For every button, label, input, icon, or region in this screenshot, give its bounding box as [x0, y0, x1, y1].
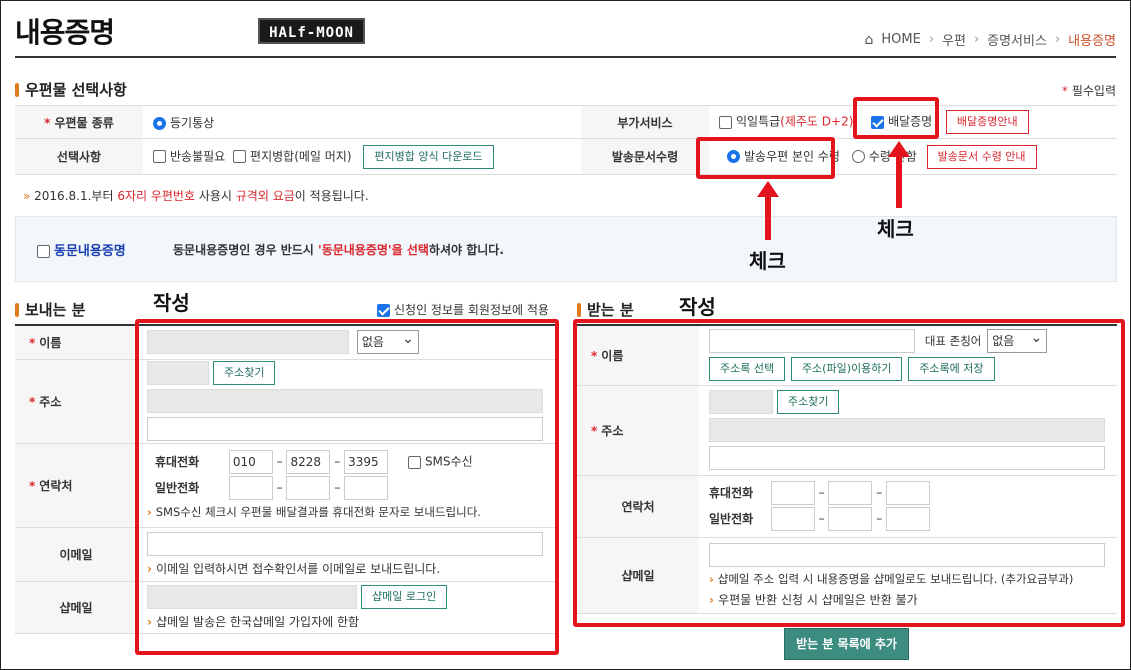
same-doc-checkbox[interactable]	[37, 245, 50, 258]
chevron-right-icon: ›	[973, 32, 980, 47]
chevron-right-icon: ›	[928, 32, 935, 47]
delivery-proof-guide-button[interactable]: 배달증명안내	[945, 110, 1029, 134]
sender-section-title: 보내는 분	[15, 299, 85, 320]
receipt-none-radio[interactable]	[851, 150, 865, 163]
sender-address-label: * 주소	[15, 358, 137, 444]
receipt-guide-button[interactable]: 발송문서 수령 안내	[926, 144, 1037, 169]
arrow-shaft	[896, 156, 902, 208]
use-member-info[interactable]: 신청인 정보를 회원정보에 적용	[377, 301, 549, 318]
same-doc-desc: 동문내용증명인 경우 반드시 '동문내용증명'을 선택하셔야 합니다.	[173, 243, 504, 257]
extra-service-label: 부가서비스	[581, 105, 709, 139]
merge-checkbox[interactable]	[233, 150, 247, 163]
annotation-check-1: 체크	[877, 217, 914, 241]
sender-shopmail-label: 샵메일	[15, 580, 137, 634]
mail-type-cell: 등기통상	[143, 105, 581, 139]
add-receiver-button[interactable]: 받는 분 목록에 추가	[784, 628, 909, 660]
mail-type-radio[interactable]	[153, 116, 166, 130]
required-note: * 필수입력	[1061, 84, 1116, 98]
breadcrumb-proof[interactable]: 증명서비스	[987, 30, 1047, 49]
annotation-box-receipt	[696, 137, 835, 179]
arrow-up-icon	[757, 181, 779, 197]
arrow-up-icon	[888, 141, 910, 157]
chevron-right-icon: ›	[1054, 32, 1061, 47]
mail-type-label: * 우편물 종류	[15, 105, 143, 139]
options-section-title: 우편물 선택사항	[15, 79, 127, 100]
merge-download-button[interactable]: 편지병합 양식 다운로드	[363, 144, 494, 169]
breadcrumb-current: 내용증명	[1068, 34, 1116, 49]
header-divider	[15, 56, 1116, 58]
sender-contact-label: * 연락처	[15, 442, 137, 528]
annotation-box-sender	[135, 319, 559, 655]
sender-email-label: 이메일	[15, 526, 137, 582]
same-doc-option[interactable]: 동문내용증명	[37, 240, 126, 259]
arrow-shaft	[765, 196, 771, 240]
breadcrumb: ⌂ HOME › 우편 › 증명서비스 › 내용증명	[864, 30, 1116, 50]
options-cell: 반송불필요 편지병합(메일 머지) 편지병합 양식 다운로드	[143, 138, 581, 175]
annotation-box-receiver	[573, 319, 1125, 627]
receipt-label: 발송문서수령	[581, 138, 709, 175]
page-title: 내용증명	[15, 16, 115, 49]
annotation-check-2: 체크	[749, 249, 786, 273]
sender-name-label: * 이름	[15, 324, 137, 360]
options-table: * 우편물 종류 등기통상 부가서비스 익일특급(제주도 D+2) 배달증명 배달…	[15, 105, 1117, 175]
annotation-write-2: 작성	[679, 295, 716, 319]
next-day-checkbox[interactable]	[719, 115, 732, 129]
options-label: 선택사항	[15, 138, 143, 175]
annotation-write-1: 작성	[153, 291, 190, 315]
mail-type-value: 등기통상	[170, 115, 215, 130]
brand-logo: HALf-MOON	[258, 18, 365, 44]
receiver-section-title: 받는 분	[577, 299, 634, 320]
no-return-checkbox[interactable]	[153, 150, 166, 163]
zipcode-notice: » 2016.8.1.부터 6자리 우편번호 사용시 규격외 요금이 적용됩니다…	[23, 189, 369, 203]
breadcrumb-post[interactable]: 우편	[942, 30, 966, 49]
annotation-box-delivery-proof	[853, 97, 939, 139]
breadcrumb-home[interactable]: HOME	[881, 32, 920, 47]
use-member-info-checkbox[interactable]	[377, 304, 390, 317]
home-icon[interactable]: ⌂	[864, 32, 873, 48]
